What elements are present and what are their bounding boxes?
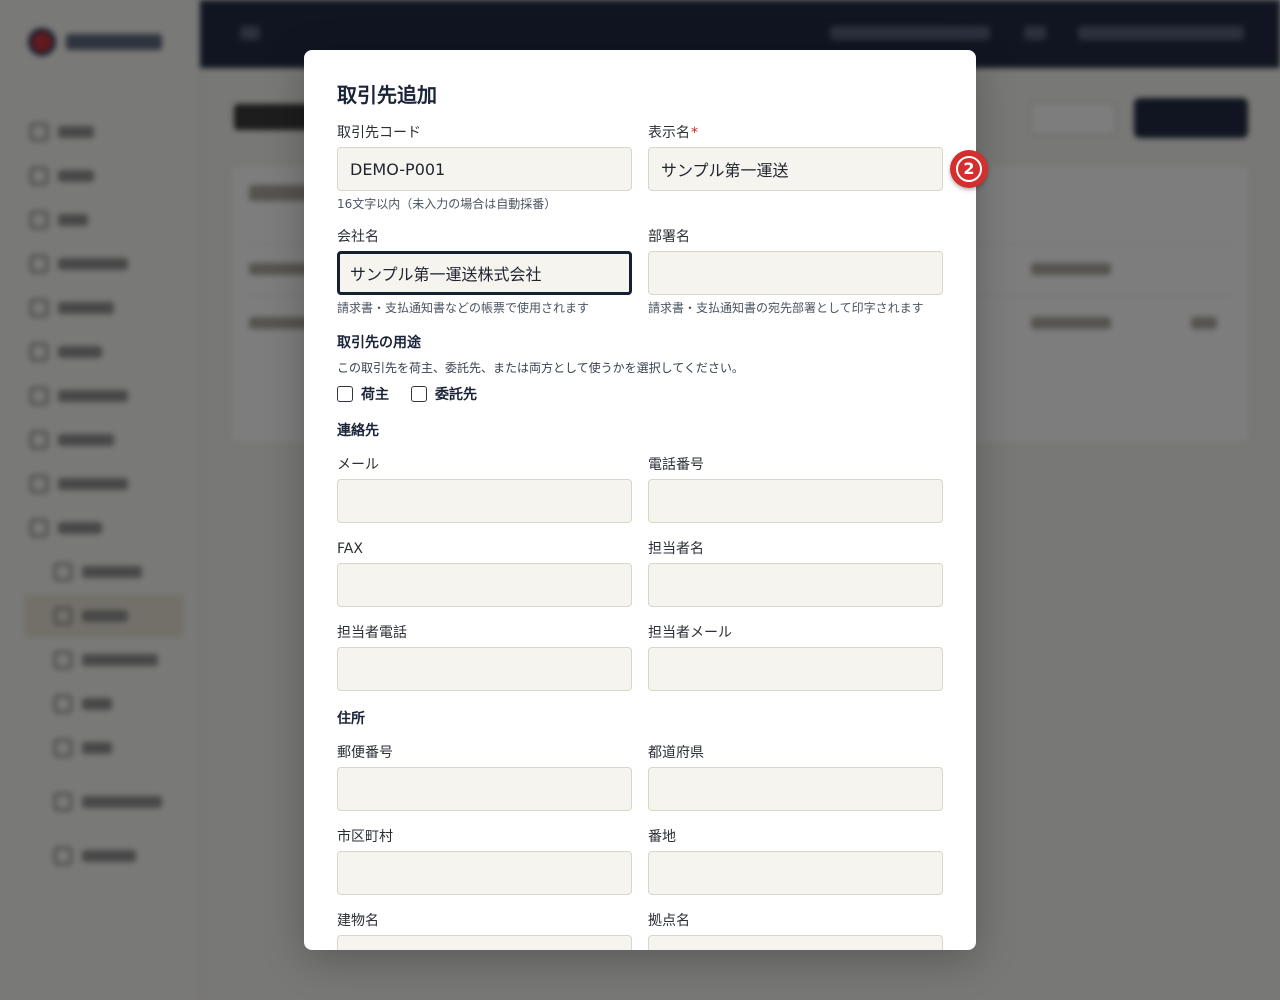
building-field: 建物名 — [337, 911, 632, 950]
prefecture-label: 都道府県 — [648, 745, 704, 761]
usage-description: この取引先を荷主、委託先、または両方として使うかを選択してください。 — [337, 361, 744, 375]
shipper-checkbox[interactable]: 荷主 — [337, 384, 389, 404]
email-input[interactable] — [337, 479, 632, 523]
partner-code-hint: 16文字以内（未入力の場合は自動採番） — [337, 197, 557, 211]
usage-section-title: 取引先の用途 — [337, 335, 421, 351]
building-input[interactable] — [337, 935, 632, 950]
contact-phone-input[interactable] — [337, 647, 632, 691]
postal-code-field: 郵便番号 — [337, 743, 632, 811]
phone-label: 電話番号 — [648, 457, 704, 473]
prefecture-input[interactable] — [648, 767, 943, 811]
location-label: 拠点名 — [648, 913, 690, 929]
company-name-input[interactable]: サンプル第一運送株式会社 — [337, 251, 632, 295]
postal-code-input[interactable] — [337, 767, 632, 811]
location-input[interactable] — [648, 935, 943, 950]
city-label: 市区町村 — [337, 829, 393, 845]
company-name-label: 会社名 — [337, 229, 379, 245]
contact-name-field: 担当者名 — [648, 539, 943, 607]
company-name-hint: 請求書・支払通知書などの帳票で使用されます — [337, 301, 590, 315]
contact-section-title: 連絡先 — [337, 423, 379, 439]
step-number-badge: 2 — [950, 150, 988, 188]
city-input[interactable] — [337, 851, 632, 895]
building-label: 建物名 — [337, 913, 379, 929]
display-name-label-row: 表示名* — [648, 123, 943, 143]
address-section-title: 住所 — [337, 711, 365, 727]
prefecture-field: 都道府県 — [648, 743, 943, 811]
phone-field: 電話番号 — [648, 455, 943, 523]
display-name-field: 表示名* サンプル第一運送 — [648, 123, 943, 191]
street-field: 番地 — [648, 827, 943, 895]
fax-input[interactable] — [337, 563, 632, 607]
phone-input[interactable] — [648, 479, 943, 523]
partner-code-label: 取引先コード — [337, 125, 421, 141]
city-field: 市区町村 — [337, 827, 632, 895]
contact-email-field: 担当者メール — [648, 623, 943, 691]
location-field: 拠点名 — [648, 911, 943, 950]
email-label: メール — [337, 457, 379, 473]
department-hint: 請求書・支払通知書の宛先部署として印字されます — [648, 301, 924, 315]
usage-options: 荷主 委託先 — [337, 384, 499, 404]
fax-label: FAX — [337, 541, 363, 557]
display-name-input[interactable]: サンプル第一運送 — [648, 147, 943, 191]
required-mark: * — [691, 125, 698, 141]
partner-code-field: 取引先コード DEMO-P001 16文字以内（未入力の場合は自動採番） — [337, 123, 632, 212]
postal-code-label: 郵便番号 — [337, 745, 393, 761]
shipper-checkbox-box[interactable] — [337, 386, 353, 402]
street-input[interactable] — [648, 851, 943, 895]
contact-name-input[interactable] — [648, 563, 943, 607]
display-name-label: 表示名 — [648, 125, 690, 141]
add-partner-dialog: 取引先追加 取引先コード DEMO-P001 16文字以内（未入力の場合は自動採… — [304, 50, 976, 950]
fax-field: FAX — [337, 539, 632, 607]
email-field: メール — [337, 455, 632, 523]
contact-phone-label: 担当者電話 — [337, 625, 407, 641]
contact-email-input[interactable] — [648, 647, 943, 691]
company-name-field: 会社名 サンプル第一運送株式会社 請求書・支払通知書などの帳票で使用されます — [337, 227, 632, 316]
department-label: 部署名 — [648, 229, 690, 245]
contact-email-label: 担当者メール — [648, 625, 732, 641]
step-number-label: 2 — [956, 156, 982, 182]
contractor-checkbox[interactable]: 委託先 — [411, 384, 477, 404]
contact-phone-field: 担当者電話 — [337, 623, 632, 691]
contractor-checkbox-box[interactable] — [411, 386, 427, 402]
partner-code-input[interactable]: DEMO-P001 — [337, 147, 632, 191]
contact-name-label: 担当者名 — [648, 541, 704, 557]
street-label: 番地 — [648, 829, 676, 845]
department-input[interactable] — [648, 251, 943, 295]
dialog-title: 取引先追加 — [337, 83, 437, 107]
department-field: 部署名 請求書・支払通知書の宛先部署として印字されます — [648, 227, 943, 316]
shipper-checkbox-label[interactable]: 荷主 — [361, 384, 389, 404]
contractor-checkbox-label[interactable]: 委託先 — [435, 384, 477, 404]
